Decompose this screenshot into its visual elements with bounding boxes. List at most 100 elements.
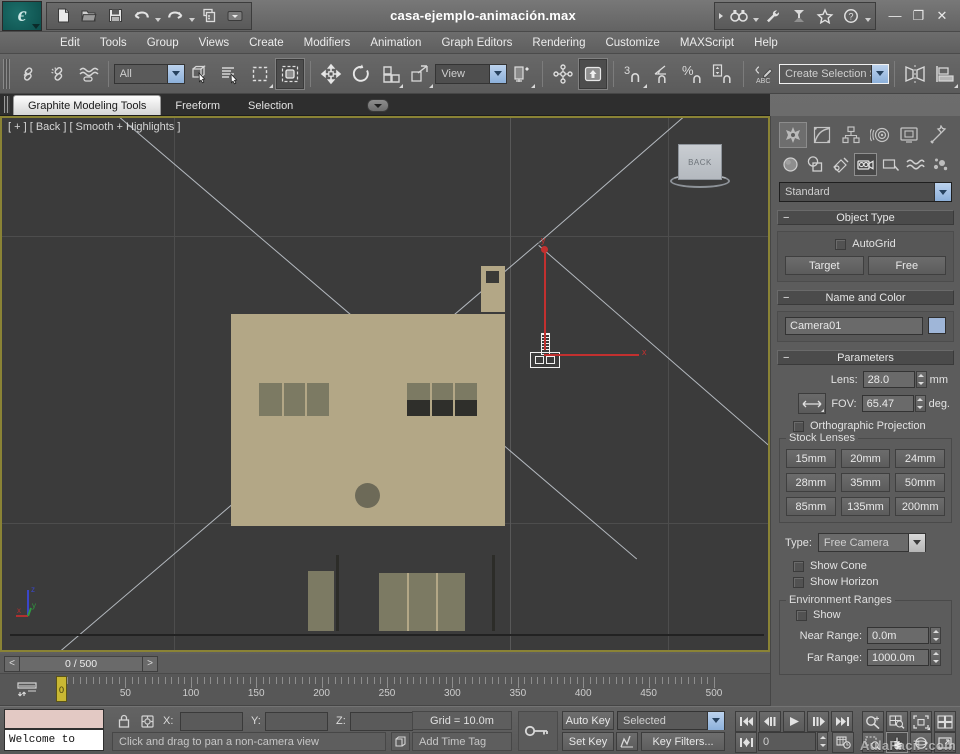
prev-frame-icon[interactable] <box>759 711 781 732</box>
near-range-field[interactable]: 0.0m <box>867 627 929 644</box>
play-icon[interactable] <box>783 711 805 732</box>
object-category-combo[interactable]: Standard <box>779 182 952 202</box>
viewcube-face-back[interactable]: BACK <box>678 144 722 180</box>
menu-item-modifiers[interactable]: Modifiers <box>294 35 361 51</box>
lens-field[interactable]: 28.0 <box>863 371 915 388</box>
geometry-icon[interactable] <box>779 153 802 176</box>
viewport-back-view[interactable]: [ + ] [ Back ] [ Smooth + Highlights ] <box>2 118 768 650</box>
undo-dropdown-icon[interactable] <box>154 4 162 28</box>
x-coordinate-field[interactable] <box>180 712 243 731</box>
menu-item-tools[interactable]: Tools <box>90 35 137 51</box>
systems-icon[interactable] <box>929 153 952 176</box>
bind-space-warp-icon[interactable] <box>73 58 103 90</box>
next-frame-icon[interactable] <box>807 711 829 732</box>
zoom-all-icon[interactable] <box>886 711 908 732</box>
redo-dropdown-icon[interactable] <box>188 4 196 28</box>
minimize-button[interactable]: — <box>886 9 904 23</box>
helpers-icon[interactable] <box>879 153 902 176</box>
stock-lens-200mm[interactable]: 200mm <box>895 497 945 516</box>
fov-field[interactable]: 65.47 <box>862 395 914 412</box>
select-manipulate-icon[interactable] <box>548 58 578 90</box>
rollout-collapse-icon[interactable]: − <box>783 212 789 224</box>
select-rotate-icon[interactable] <box>346 58 376 90</box>
qat-expand-icon[interactable] <box>718 4 726 28</box>
rollout-collapse-icon-3[interactable]: − <box>783 352 789 364</box>
env-show-checkbox[interactable] <box>796 610 807 621</box>
object-color-swatch[interactable] <box>928 317 946 334</box>
viewport-label[interactable]: [ + ] [ Back ] [ Smooth + Highlights ] <box>8 121 180 133</box>
ribbon-grip[interactable] <box>4 96 10 113</box>
menu-item-animation[interactable]: Animation <box>360 35 431 51</box>
snap-3d-icon[interactable]: 3 <box>619 58 649 90</box>
time-slider-handle[interactable]: 0 / 500 <box>20 656 142 672</box>
frame-spinner[interactable] <box>817 732 828 751</box>
far-range-spinner[interactable] <box>930 649 941 666</box>
viewcube[interactable]: BACK <box>670 144 730 194</box>
key-set-selection-combo[interactable]: Selected <box>617 711 725 730</box>
stock-lens-20mm[interactable]: 20mm <box>841 449 891 468</box>
open-file-icon[interactable] <box>76 4 102 28</box>
maximize-button[interactable]: ❐ <box>910 9 928 23</box>
stock-lens-35mm[interactable]: 35mm <box>841 473 891 492</box>
reference-coordinate-combo[interactable]: View <box>435 64 507 84</box>
select-region-icon[interactable] <box>245 58 275 90</box>
shapes-icon[interactable] <box>804 153 827 176</box>
mirror-icon[interactable] <box>900 58 930 90</box>
open-mini-curve-editor-icon[interactable] <box>16 680 38 700</box>
select-move-icon[interactable] <box>316 58 346 90</box>
stock-lens-24mm[interactable]: 24mm <box>895 449 945 468</box>
y-coordinate-field[interactable] <box>265 712 328 731</box>
use-pivot-center-icon[interactable] <box>507 58 537 90</box>
goto-start-icon[interactable] <box>735 711 757 732</box>
select-object-icon[interactable] <box>185 58 215 90</box>
track-bar[interactable]: 50100150200250300350400450500 0 <box>0 674 770 706</box>
stock-lens-28mm[interactable]: 28mm <box>786 473 836 492</box>
parameters-rollout-title[interactable]: − Parameters <box>777 350 954 365</box>
menu-item-graph-editors[interactable]: Graph Editors <box>431 35 522 51</box>
undo-icon[interactable] <box>128 4 154 28</box>
show-cone-checkbox[interactable] <box>793 561 804 572</box>
help-dropdown-icon[interactable] <box>864 4 872 28</box>
ribbon-tab-freeform[interactable]: Freeform <box>161 96 234 115</box>
menu-item-maxscript[interactable]: MAXScript <box>670 35 744 51</box>
select-scale-icon[interactable] <box>376 58 406 90</box>
key-filters-button[interactable]: Key Filters... <box>641 732 725 751</box>
named-selection-set-combo[interactable]: Create Selection Se <box>779 64 889 84</box>
parameter-curve-icon[interactable] <box>616 732 638 751</box>
hierarchy-tab[interactable] <box>837 122 865 148</box>
key-mode-icon[interactable] <box>735 732 757 753</box>
menu-item-help[interactable]: Help <box>744 35 788 51</box>
maxscript-mini-listener[interactable]: Welcome to <box>4 729 104 751</box>
menu-item-rendering[interactable]: Rendering <box>522 35 595 51</box>
unlink-icon[interactable] <box>43 58 73 90</box>
search-dropdown-icon[interactable] <box>752 4 760 28</box>
render-setup-icon[interactable] <box>786 4 812 28</box>
free-camera-button[interactable]: Free <box>868 256 947 275</box>
near-range-spinner[interactable] <box>930 627 941 644</box>
menu-item-views[interactable]: Views <box>189 35 239 51</box>
toolbar-grip[interactable] <box>3 59 10 89</box>
motion-tab[interactable] <box>866 122 894 148</box>
angle-snap-icon[interactable] <box>649 58 679 90</box>
stock-lens-135mm[interactable]: 135mm <box>841 497 891 516</box>
goto-end-icon[interactable] <box>831 711 853 732</box>
chevron-down-icon[interactable] <box>167 65 184 83</box>
lights-icon[interactable] <box>829 153 852 176</box>
add-time-tag[interactable]: Add Time Tag <box>412 732 512 751</box>
ribbon-tab-graphite-modeling-tools[interactable]: Graphite Modeling Tools <box>13 95 161 115</box>
project-folder-icon[interactable] <box>196 4 222 28</box>
spinner-snap-icon[interactable] <box>708 58 738 90</box>
selection-filter-combo[interactable]: All <box>114 64 186 84</box>
zoom-extents-all-icon[interactable] <box>934 711 956 732</box>
align-icon[interactable] <box>930 58 960 90</box>
key-mode-toggle-icon[interactable] <box>518 711 558 751</box>
maxscript-listener-pink[interactable] <box>4 709 104 729</box>
absolute-relative-transform-icon[interactable] <box>136 711 158 731</box>
menu-item-group[interactable]: Group <box>137 35 189 51</box>
menu-item-create[interactable]: Create <box>239 35 294 51</box>
zoom-extents-icon[interactable] <box>910 711 932 732</box>
render-wrench-icon[interactable] <box>760 4 786 28</box>
current-frame-field[interactable]: 0 <box>758 732 816 751</box>
percent-snap-icon[interactable]: % <box>679 58 709 90</box>
select-by-name-icon[interactable] <box>215 58 245 90</box>
